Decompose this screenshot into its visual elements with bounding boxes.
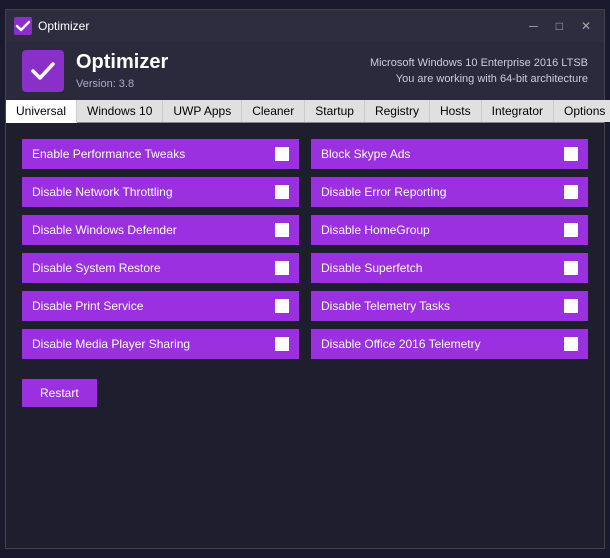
system-info: Microsoft Windows 10 Enterprise 2016 LTS…: [370, 55, 588, 88]
app-version: Version: 3.8: [76, 78, 134, 90]
tab-options[interactable]: Options: [554, 100, 610, 122]
close-button[interactable]: ✕: [576, 18, 596, 34]
restart-button[interactable]: Restart: [22, 379, 97, 407]
app-icon: [14, 17, 32, 35]
title-bar-controls: ─ □ ✕: [524, 18, 596, 34]
checkmark-icon: [29, 57, 57, 85]
action-btn-right-5[interactable]: Disable Office 2016 Telemetry: [311, 329, 588, 359]
tab-hosts[interactable]: Hosts: [430, 100, 482, 122]
action-btn-right-0[interactable]: Block Skype Ads: [311, 139, 588, 169]
system-info-line1: Microsoft Windows 10 Enterprise 2016 LTS…: [370, 55, 588, 72]
action-btn-left-5[interactable]: Disable Media Player Sharing: [22, 329, 299, 359]
tab-uwp-apps[interactable]: UWP Apps: [163, 100, 242, 122]
app-header: Optimizer Version: 3.8 Microsoft Windows…: [6, 42, 604, 100]
system-info-line2: You are working with 64-bit architecture: [370, 71, 588, 88]
action-btn-left-1[interactable]: Disable Network Throttling: [22, 177, 299, 207]
minimize-button[interactable]: ─: [524, 18, 543, 34]
action-btn-right-2[interactable]: Disable HomeGroup: [311, 215, 588, 245]
tab-cleaner[interactable]: Cleaner: [242, 100, 305, 122]
maximize-button[interactable]: □: [551, 18, 568, 34]
action-btn-right-4[interactable]: Disable Telemetry Tasks: [311, 291, 588, 321]
main-window: Optimizer ─ □ ✕ Optimizer Version: 3.8 M…: [5, 9, 605, 549]
app-logo: [22, 50, 64, 92]
action-button-grid: Enable Performance Tweaks Block Skype Ads…: [22, 139, 588, 359]
tab-integrator[interactable]: Integrator: [482, 100, 554, 122]
tab-windows-10[interactable]: Windows 10: [77, 100, 163, 122]
title-bar-left: Optimizer: [14, 17, 89, 35]
tab-startup[interactable]: Startup: [305, 100, 365, 122]
action-btn-left-3[interactable]: Disable System Restore: [22, 253, 299, 283]
action-btn-left-4[interactable]: Disable Print Service: [22, 291, 299, 321]
title-bar: Optimizer ─ □ ✕: [6, 10, 604, 42]
action-btn-right-3[interactable]: Disable Superfetch: [311, 253, 588, 283]
content-area: Enable Performance Tweaks Block Skype Ads…: [6, 123, 604, 548]
tab-registry[interactable]: Registry: [365, 100, 430, 122]
header-text: Optimizer Version: 3.8: [76, 51, 168, 92]
app-name: Optimizer: [76, 51, 168, 74]
action-btn-right-1[interactable]: Disable Error Reporting: [311, 177, 588, 207]
tab-universal[interactable]: Universal: [6, 100, 77, 123]
window-title: Optimizer: [38, 19, 89, 33]
action-btn-left-0[interactable]: Enable Performance Tweaks: [22, 139, 299, 169]
action-btn-left-2[interactable]: Disable Windows Defender: [22, 215, 299, 245]
tab-bar: UniversalWindows 10UWP AppsCleanerStartu…: [6, 100, 604, 123]
